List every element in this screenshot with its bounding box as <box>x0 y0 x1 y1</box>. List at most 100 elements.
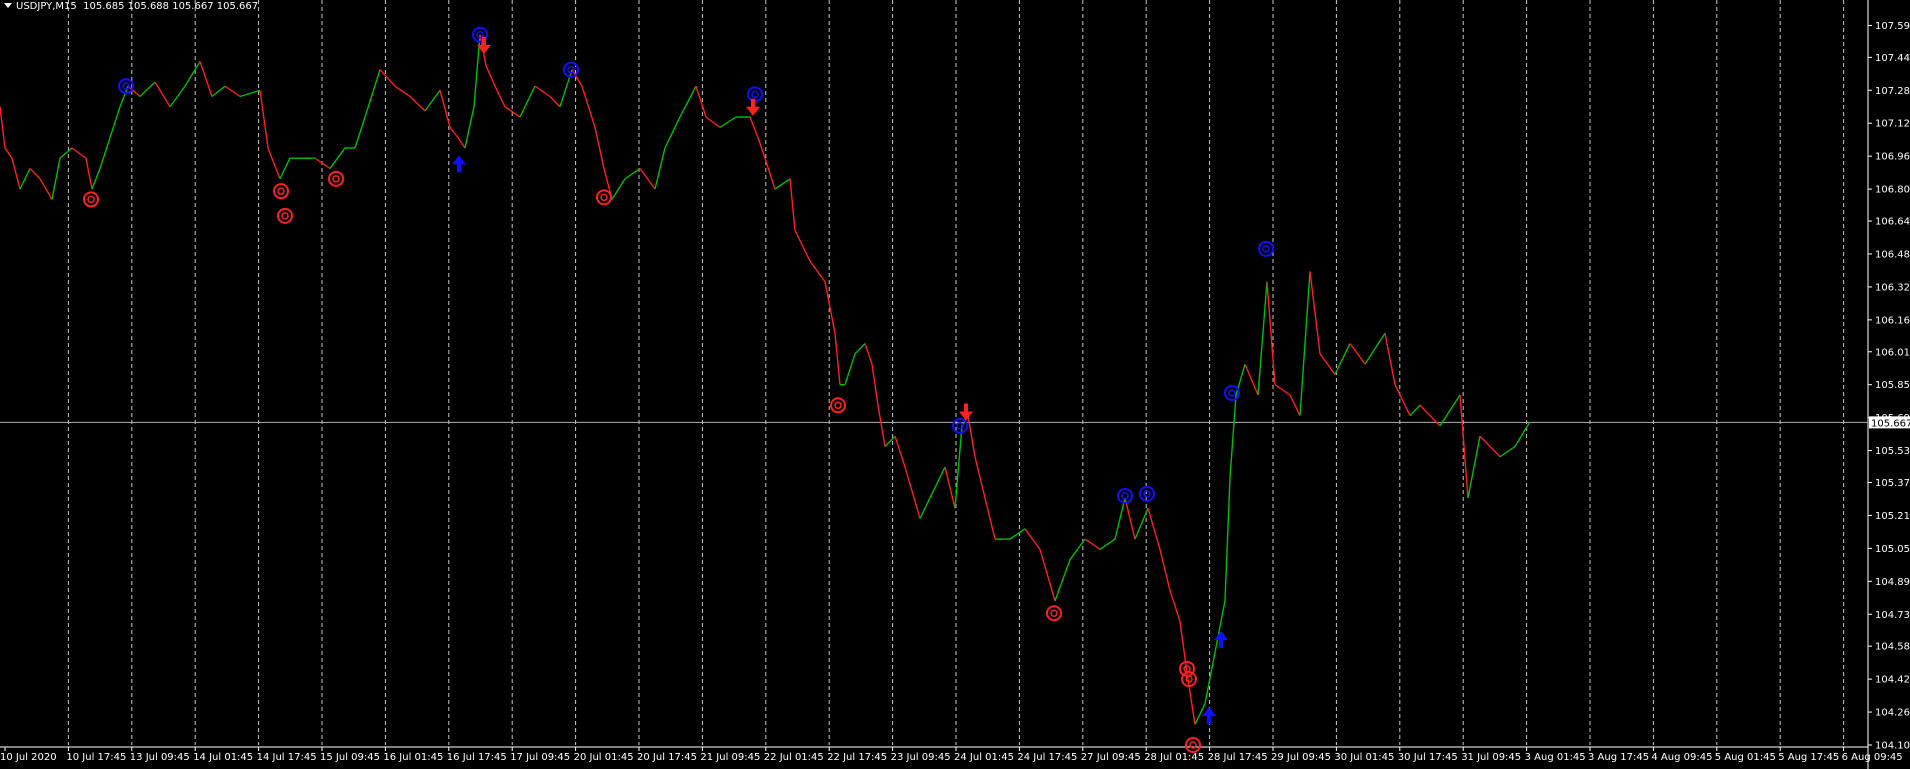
price-segment <box>37 176 41 180</box>
price-segment <box>1338 361 1342 367</box>
price-segment <box>1151 521 1155 530</box>
price-segment <box>1038 547 1041 550</box>
price-segment <box>385 75 389 79</box>
price-segment <box>725 121 729 125</box>
price-segment <box>925 501 929 507</box>
price-segment <box>969 427 973 440</box>
price-segment <box>561 94 565 101</box>
price-segment <box>544 92 548 95</box>
time-tick-label: 27 Jul 09:45 <box>1081 752 1141 763</box>
time-tick-label: 17 Jul 09:45 <box>510 752 570 763</box>
time-tick-label: 16 Jul 17:45 <box>447 752 507 763</box>
price-segment <box>1376 342 1380 346</box>
price-segment <box>368 97 372 105</box>
price-segment <box>273 163 277 169</box>
price-segment <box>188 75 192 80</box>
price-segment <box>29 168 33 172</box>
price-segment <box>1501 453 1505 456</box>
price-segment <box>789 178 793 200</box>
target-signal-icon <box>1046 605 1062 622</box>
price-segment <box>166 101 170 106</box>
price-segment <box>958 437 962 462</box>
price-segment <box>645 176 649 180</box>
price-segment <box>1439 422 1443 427</box>
target-signal-icon <box>830 397 846 414</box>
price-segment <box>247 92 251 95</box>
price-segment <box>502 102 506 108</box>
price-segment <box>1051 590 1055 598</box>
price-segment <box>217 89 221 93</box>
price-segment <box>514 113 518 116</box>
price-segment <box>598 145 602 155</box>
price-tick-label: 105.055 <box>1875 544 1910 555</box>
price-segment <box>335 157 339 161</box>
price-segment <box>215 91 219 94</box>
price-segment <box>1263 294 1267 320</box>
price-segment <box>1497 454 1501 458</box>
price-segment <box>1431 417 1435 421</box>
price-segment <box>10 156 13 159</box>
price-segment <box>201 67 205 74</box>
price-segment <box>1138 524 1142 530</box>
price-segment <box>1288 393 1291 396</box>
time-tick-label: 5 Aug 17:45 <box>1778 752 1839 763</box>
price-segment <box>439 90 443 98</box>
price-segment <box>1257 369 1261 396</box>
price-segment <box>1449 406 1453 411</box>
price-segment <box>1028 533 1032 538</box>
price-segment <box>360 123 364 130</box>
price-segment <box>898 448 902 455</box>
price-segment <box>4 147 8 152</box>
price-segment <box>404 92 408 95</box>
price-tick-label: 107.595 <box>1875 21 1910 32</box>
price-segment <box>236 93 240 97</box>
price-segment <box>723 122 727 126</box>
price-segment <box>105 143 109 151</box>
price-segment <box>523 104 527 110</box>
price-segment <box>1239 374 1243 382</box>
price-segment <box>329 165 333 169</box>
price-segment <box>489 74 493 80</box>
price-segment <box>147 86 151 90</box>
price-segment <box>674 122 678 128</box>
price-segment <box>65 150 69 154</box>
price-segment <box>183 85 186 88</box>
price-segment <box>536 86 540 90</box>
price-segment <box>1409 413 1413 417</box>
target-signal-inner <box>1185 675 1193 683</box>
price-segment <box>643 173 647 178</box>
price-segment <box>141 92 145 96</box>
price-segment <box>596 136 600 146</box>
price-segment <box>33 172 37 176</box>
price-segment <box>441 97 445 106</box>
price-segment <box>1396 388 1400 394</box>
price-segment <box>434 93 438 98</box>
price-segment <box>389 80 393 84</box>
price-segment <box>17 181 21 190</box>
price-segment <box>649 181 653 186</box>
price-segment <box>219 88 223 91</box>
price-segment <box>1140 519 1144 526</box>
price-segment <box>162 94 166 99</box>
price-segment <box>1088 541 1092 544</box>
price-segment <box>41 181 45 187</box>
price-segment <box>13 165 17 174</box>
price-segment <box>1293 402 1297 408</box>
price-segment <box>137 94 141 98</box>
price-segment <box>1353 348 1357 353</box>
target-signal-inner <box>1262 245 1270 253</box>
price-segment <box>426 104 430 109</box>
price-segment <box>1357 354 1361 358</box>
price-segment <box>1384 333 1388 344</box>
price-segment <box>47 192 51 197</box>
price-segment <box>1315 320 1319 338</box>
price-segment <box>15 173 19 182</box>
price-segment <box>1096 546 1100 550</box>
price-segment <box>664 143 668 149</box>
price-chart[interactable]: 107.595 107.440 107.280 107.120 106.960 106.8… <box>0 0 1910 769</box>
price-segment <box>548 95 551 98</box>
price-segment <box>683 105 687 110</box>
price-segment <box>914 501 918 509</box>
price-segment <box>658 164 662 173</box>
price-segment <box>929 493 933 499</box>
